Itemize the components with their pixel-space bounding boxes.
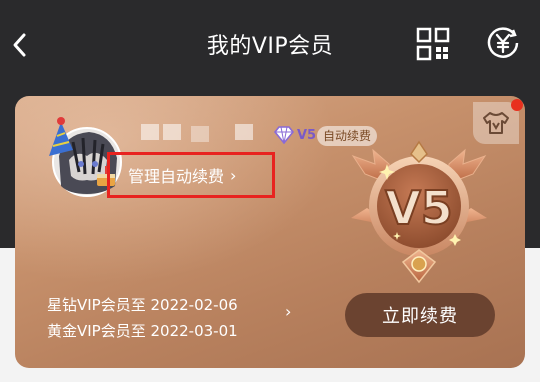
coupon-button[interactable] [484,24,522,62]
qr-code-icon [416,27,450,61]
expiry-line-gold: 黄金VIP会员至 2022-03-01 [47,322,238,340]
yen-coin-icon [487,27,519,58]
membership-expiry[interactable]: 星钻VIP会员至 2022-02-06 黄金VIP会员至 2022-03-01 [47,292,238,344]
vip-level-badge[interactable]: V5 [273,124,321,146]
tshirt-icon [483,112,509,134]
expiry-line-star-diamond: 星钻VIP会员至 2022-02-06 [47,296,238,314]
notification-dot [511,99,523,111]
name-mask [191,126,209,142]
chevron-right-icon: › [230,165,237,185]
name-mask [163,124,181,140]
name-mask [141,124,159,140]
name-mask [235,124,253,140]
manage-auto-renew-link[interactable]: 管理自动续费 › [107,152,275,198]
chevron-right-icon[interactable]: › [285,302,291,321]
manage-auto-renew-label: 管理自动续费 [128,167,225,186]
top-bar: 我的VIP会员 [0,0,540,92]
vip-level-emblem: V5 [351,140,487,284]
page-title: 我的VIP会员 [206,34,334,59]
vip-card: V5 自动续费 管理自动续费 › V5 星钻VIP会员至 2022-02-06 … [15,96,525,368]
emblem-level-text: V5 [385,181,453,235]
vip-level-text: V5 [297,127,317,143]
username-masked [141,124,257,142]
diamond-icon [273,126,295,144]
qr-code-button[interactable] [416,27,450,61]
renew-now-button[interactable]: 立即续费 [345,293,495,337]
